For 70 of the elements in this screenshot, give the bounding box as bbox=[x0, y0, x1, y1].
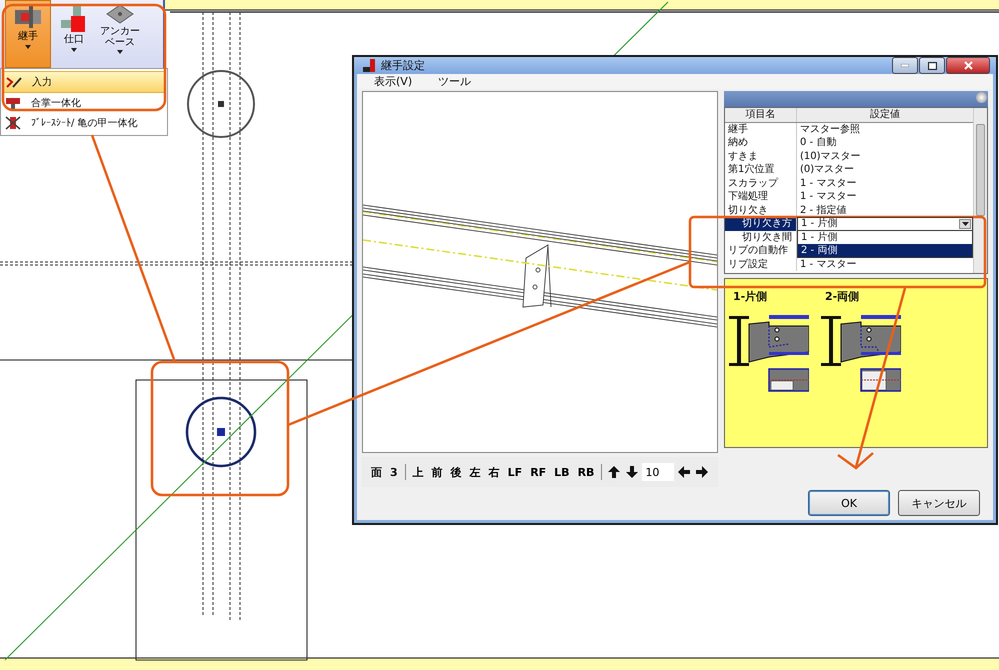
maximize-button[interactable] bbox=[919, 57, 945, 74]
property-value: マスター参照 bbox=[800, 124, 860, 134]
menu-item[interactable]: 入力 bbox=[3, 71, 165, 93]
property-value: (0)マスター bbox=[800, 164, 854, 175]
arrow-icon bbox=[837, 288, 906, 470]
ribbon-button[interactable]: 仕口 bbox=[51, 0, 97, 68]
arrow-right-icon bbox=[696, 466, 708, 478]
pencil-icon bbox=[6, 75, 22, 89]
dropdown-option[interactable]: 1 - 片側 bbox=[798, 231, 972, 244]
preview-label: 2-両側 bbox=[824, 289, 860, 304]
menu-bar-item[interactable]: ツール bbox=[438, 74, 472, 89]
view-direction-button[interactable]: 後 bbox=[448, 464, 465, 480]
property-name[interactable]: リブの自動作 bbox=[725, 244, 797, 258]
dialog-button[interactable]: キャンセル bbox=[898, 490, 980, 516]
beam-joint-icon bbox=[13, 4, 43, 30]
view-direction-button[interactable]: RB bbox=[574, 466, 598, 478]
property-name[interactable]: リブ設定 bbox=[725, 258, 797, 271]
dropdown-option[interactable]: 2 - 両側 bbox=[798, 244, 972, 257]
column-header: 設定値 bbox=[869, 108, 901, 122]
app-icon bbox=[362, 58, 376, 72]
arrow-left-button[interactable] bbox=[676, 466, 692, 478]
arrow-left-icon bbox=[678, 466, 690, 478]
property-value: 1 - マスター bbox=[800, 191, 856, 202]
property-value: 2 - 指定値 bbox=[800, 204, 846, 216]
maximize-icon bbox=[928, 62, 936, 70]
dialog-button[interactable]: OK bbox=[808, 490, 890, 516]
view-direction-button[interactable]: 右 bbox=[486, 464, 503, 480]
beam-icon bbox=[5, 96, 21, 110]
close-button[interactable] bbox=[946, 57, 990, 74]
property-value: 1 - マスター bbox=[800, 178, 856, 188]
property-name[interactable]: すきま bbox=[725, 150, 797, 163]
preview-label: 1-片側 bbox=[732, 289, 768, 304]
property-name[interactable]: 切り欠き間 bbox=[725, 230, 797, 244]
view-direction-button[interactable]: 左 bbox=[466, 464, 484, 480]
property-value: (10)マスター bbox=[800, 150, 861, 162]
toolbar-label: 面 bbox=[370, 464, 383, 480]
window-title: 継手設定 bbox=[381, 58, 426, 73]
view-direction-button[interactable]: LF bbox=[504, 466, 526, 478]
toolbar-label: 3 bbox=[389, 466, 399, 478]
arrow-down-button[interactable] bbox=[624, 466, 640, 478]
property-value: 0 - 自動 bbox=[800, 137, 836, 148]
ribbon-button[interactable]: アンカー ベース bbox=[97, 0, 143, 68]
step-input[interactable]: 10 bbox=[642, 463, 674, 481]
arrow-down-icon bbox=[626, 466, 638, 478]
property-name[interactable]: 継手 bbox=[725, 122, 797, 136]
view-direction-button[interactable]: 前 bbox=[428, 464, 446, 480]
menu-bar-item[interactable]: 表示(V) bbox=[374, 74, 412, 89]
close-icon bbox=[964, 61, 972, 70]
scrollbar[interactable] bbox=[973, 108, 987, 273]
column-header: 項目名 bbox=[725, 108, 797, 122]
property-value: 1 - マスター bbox=[800, 258, 856, 270]
view-direction-button[interactable]: RF bbox=[527, 466, 550, 478]
menu-item[interactable]: ﾌﾞﾚｰｽｼｰﾄ/ 亀の甲一体化 bbox=[3, 113, 165, 133]
property-name[interactable]: 第1穴位置 bbox=[725, 163, 797, 176]
view-direction-button[interactable]: 上 bbox=[410, 464, 427, 480]
arrow-right-button[interactable] bbox=[694, 466, 710, 478]
view-direction-button[interactable]: LB bbox=[551, 466, 573, 478]
property-name[interactable]: 切り欠き bbox=[725, 204, 797, 217]
arrow-up-icon bbox=[608, 466, 620, 478]
property-name[interactable]: 納め bbox=[725, 136, 797, 150]
minimize-icon bbox=[901, 64, 909, 67]
minimize-button[interactable] bbox=[892, 57, 918, 74]
ribbon-button[interactable]: 継手 bbox=[5, 0, 51, 68]
pin-icon bbox=[976, 92, 987, 103]
brace-icon bbox=[5, 116, 21, 130]
caret-icon bbox=[962, 222, 968, 226]
property-name[interactable]: スカラップ bbox=[725, 176, 797, 190]
property-name[interactable]: 下端処理 bbox=[725, 190, 797, 204]
menu-item[interactable]: 合掌一体化 bbox=[3, 93, 165, 113]
arrow-up-button[interactable] bbox=[606, 466, 622, 478]
